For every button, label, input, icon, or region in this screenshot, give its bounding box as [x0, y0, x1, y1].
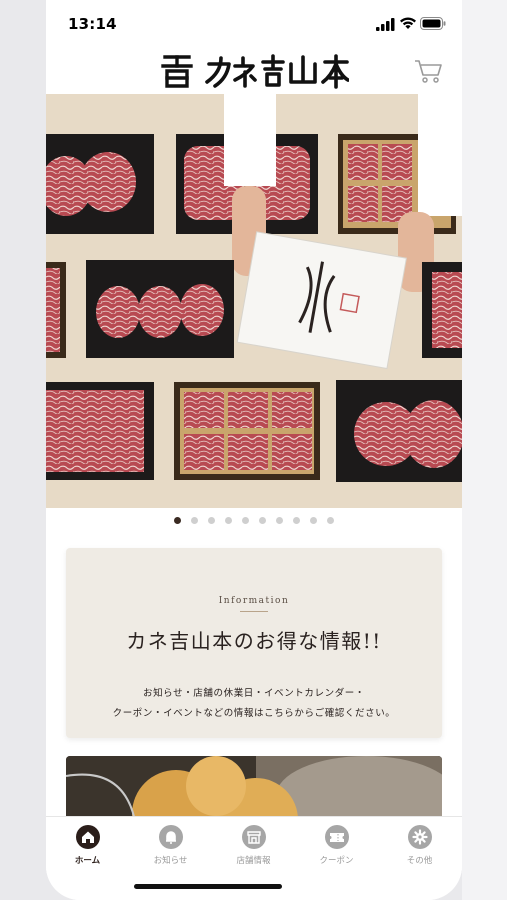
- carousel-dot[interactable]: [259, 517, 266, 524]
- info-title: カネ吉山本のお得な情報!!: [126, 629, 382, 653]
- carousel-dot[interactable]: [225, 517, 232, 524]
- signal-icon: [376, 18, 395, 31]
- tab-other-label: その他: [406, 856, 433, 866]
- carousel-dot[interactable]: [242, 517, 249, 524]
- info-divider: [240, 611, 268, 612]
- store-icon: [241, 825, 266, 849]
- carousel-dot[interactable]: [191, 517, 198, 524]
- app-header: [46, 48, 462, 94]
- app-screen: 13:14 Information カネ吉山本のお得な情報!! お知らせ・店舗の…: [46, 0, 462, 900]
- info-description-line-1: お知らせ・店舗の休業日・イベントカレンダー・: [142, 688, 365, 699]
- bell-icon: [158, 825, 183, 849]
- tab-other[interactable]: その他: [378, 823, 461, 873]
- information-card[interactable]: Information カネ吉山本のお得な情報!! お知らせ・店舗の休業日・イベ…: [66, 548, 442, 738]
- carousel-dot[interactable]: [276, 517, 283, 524]
- carousel-dot[interactable]: [174, 517, 181, 524]
- wifi-icon: [400, 17, 416, 29]
- status-bar: 13:14: [46, 0, 462, 48]
- info-label: Information: [218, 596, 290, 606]
- carousel-dot[interactable]: [293, 517, 300, 524]
- battery-icon: [420, 17, 446, 30]
- gear-icon: [407, 825, 432, 849]
- tab-coupon-label: クーポン: [319, 856, 354, 866]
- carousel-dot[interactable]: [327, 517, 334, 524]
- home-indicator[interactable]: [134, 884, 282, 889]
- tab-store-info-label: 店舗情報: [236, 856, 271, 866]
- home-icon: [75, 825, 100, 849]
- info-description-line-2: クーポン・イベントなどの情報はこちらからご確認ください。: [112, 708, 396, 719]
- carousel-dots[interactable]: [46, 517, 462, 529]
- tab-news[interactable]: お知らせ: [129, 823, 212, 873]
- device-bezel-right: [462, 0, 507, 900]
- carousel-dot[interactable]: [208, 517, 215, 524]
- coupon-icon: [324, 825, 349, 849]
- tab-store-info[interactable]: 店舗情報: [212, 823, 295, 873]
- tab-home[interactable]: ホーム: [46, 823, 129, 873]
- cart-icon[interactable]: [414, 58, 442, 84]
- brand-logo[interactable]: [159, 52, 349, 90]
- tab-news-label: お知らせ: [153, 856, 188, 866]
- hero-carousel-image[interactable]: [46, 94, 462, 508]
- carousel-dot[interactable]: [310, 517, 317, 524]
- status-time: 13:14: [68, 15, 117, 33]
- tab-coupon[interactable]: クーポン: [295, 823, 378, 873]
- tab-home-label: ホーム: [74, 856, 101, 866]
